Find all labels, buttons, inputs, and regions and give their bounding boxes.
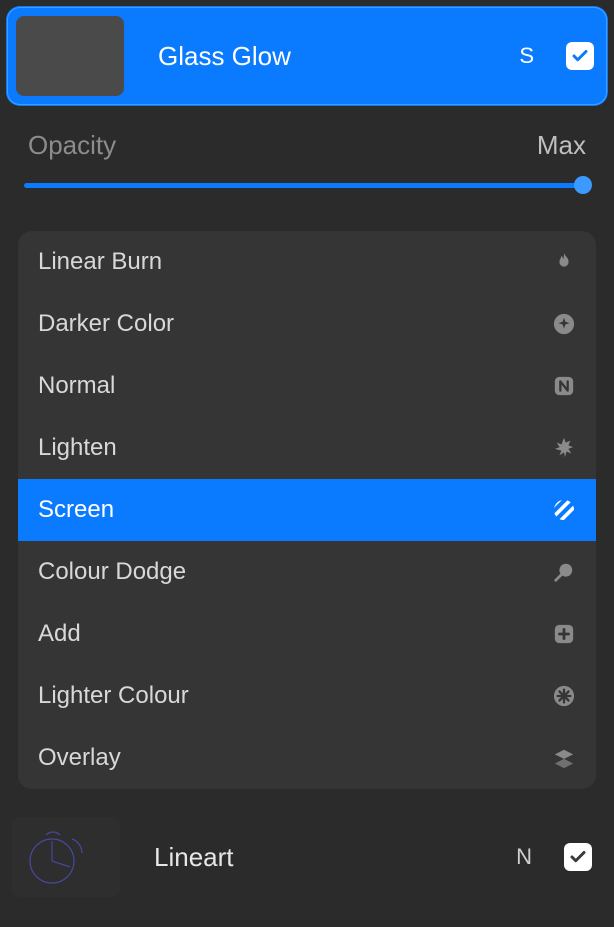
layer-thumbnail[interactable] [16,16,124,96]
opacity-label: Opacity [28,130,116,161]
layer-row[interactable]: Lineart N [8,813,606,901]
layer-row-selected[interactable]: Glass Glow S [6,6,608,106]
opacity-row: Opacity Max [0,112,614,169]
blend-mode-label: Overlay [38,744,121,772]
blend-mode-list[interactable]: Linear Burn Darker Color Normal Lighten … [18,231,596,789]
blend-mode-label: Lighter Colour [38,682,189,710]
opacity-slider[interactable] [24,175,590,195]
asterisk-icon [552,684,576,708]
blend-mode-label: Screen [38,496,114,524]
lollipop-icon [552,560,576,584]
layer-visibility-checkbox[interactable] [566,42,594,70]
layer-blend-letter: S [519,43,534,69]
sparkle-plus-icon [552,312,576,336]
blend-mode-normal[interactable]: Normal [18,355,596,417]
blend-mode-label: Lighten [38,434,117,462]
layer-blend-letter: N [516,844,532,870]
layers-icon [552,746,576,770]
flame-icon [552,250,576,274]
blend-mode-label: Normal [38,372,115,400]
checkmark-icon [569,848,587,866]
blend-mode-label: Linear Burn [38,248,162,276]
slider-track [24,183,590,188]
layer-thumbnail[interactable] [12,817,120,897]
blend-mode-linear-burn[interactable]: Linear Burn [18,231,596,293]
checkmark-icon [571,47,589,65]
blend-mode-label: Add [38,620,81,648]
layer-name: Glass Glow [158,41,501,72]
blend-mode-darker-color[interactable]: Darker Color [18,293,596,355]
slider-thumb[interactable] [574,176,592,194]
blend-mode-label: Colour Dodge [38,558,186,586]
blend-mode-lighten[interactable]: Lighten [18,417,596,479]
burst-icon [552,436,576,460]
blend-mode-screen[interactable]: Screen [18,479,596,541]
blend-mode-add[interactable]: Add [18,603,596,665]
stripes-icon [552,498,576,522]
blend-mode-colour-dodge[interactable]: Colour Dodge [18,541,596,603]
n-badge-icon [552,374,576,398]
blend-mode-label: Darker Color [38,310,174,338]
opacity-value: Max [537,130,586,161]
lineart-preview-icon [12,817,120,897]
plus-badge-icon [552,622,576,646]
layer-visibility-checkbox[interactable] [564,843,592,871]
blend-mode-lighter-colour[interactable]: Lighter Colour [18,665,596,727]
blend-mode-overlay[interactable]: Overlay [18,727,596,789]
layer-name: Lineart [154,842,498,873]
